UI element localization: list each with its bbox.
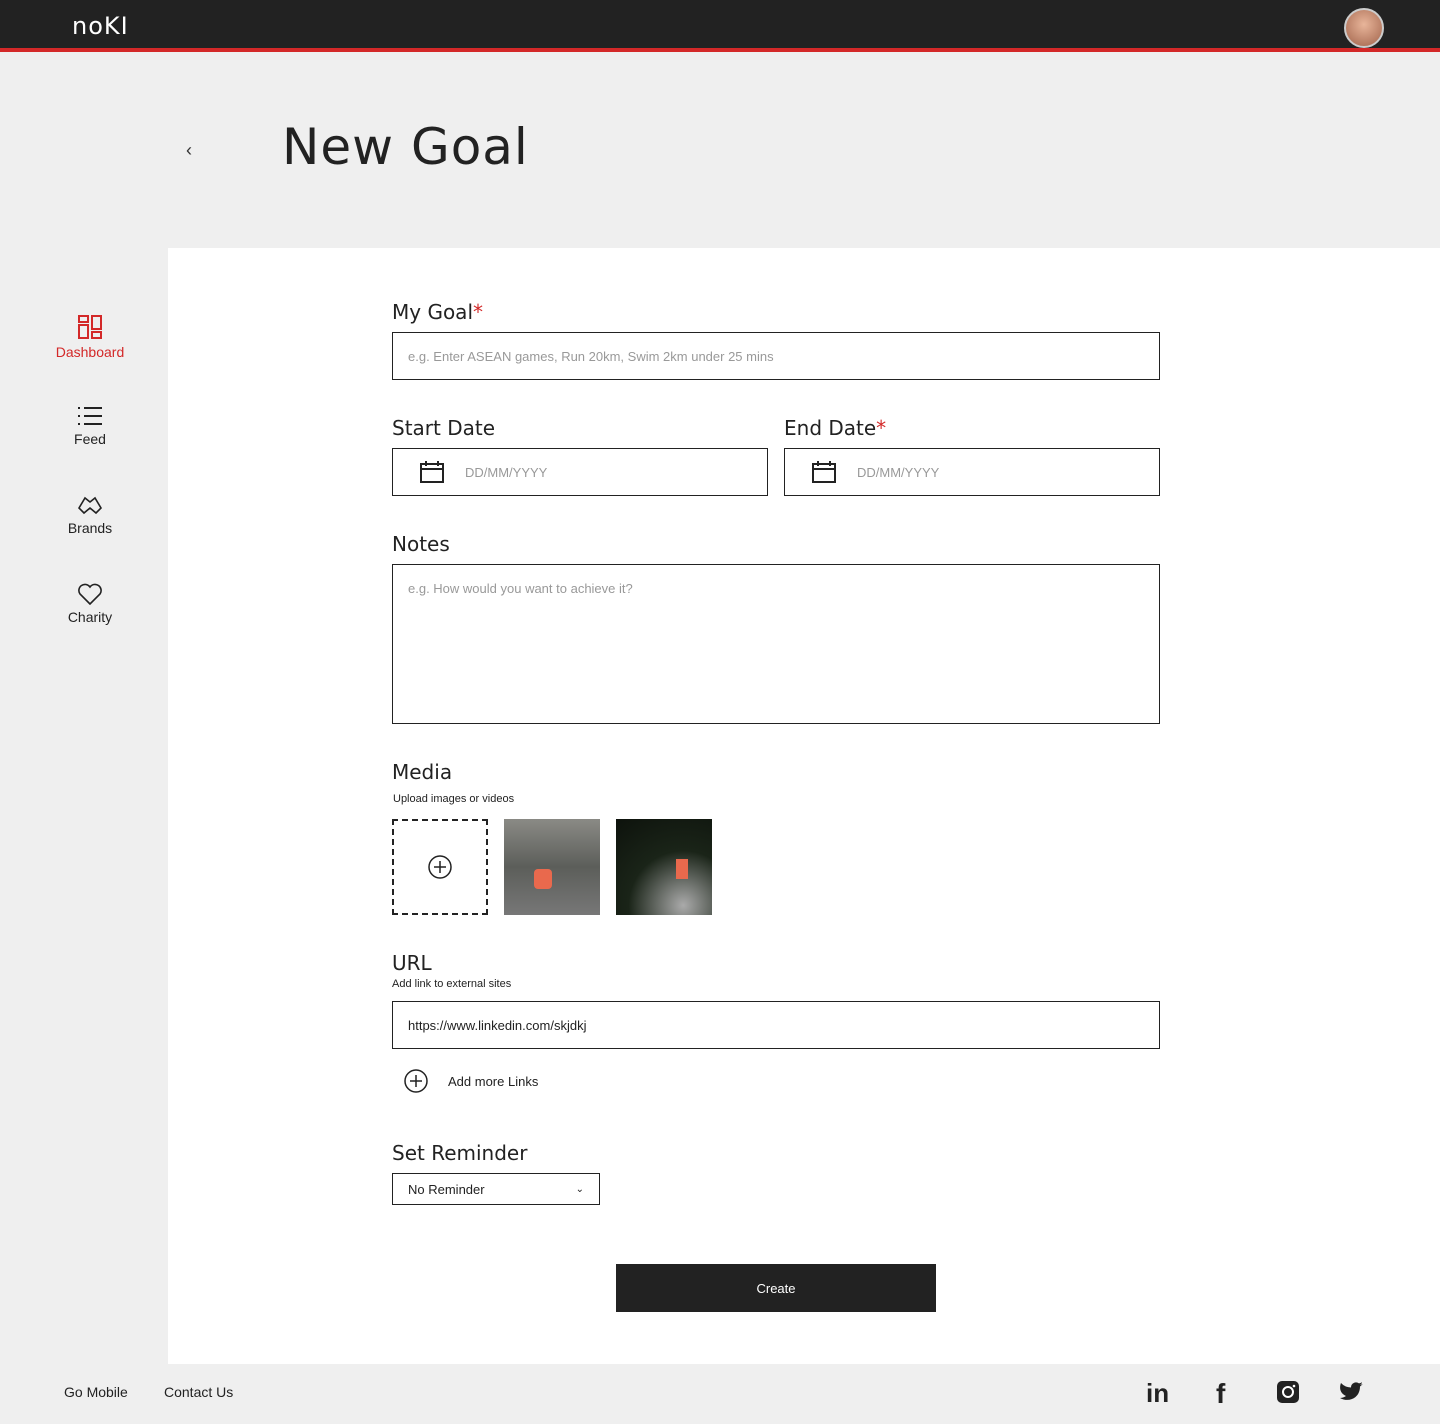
sidebar-item-charity[interactable]: Charity [0, 583, 180, 625]
logo[interactable]: noKI [72, 12, 129, 40]
sidebar-item-label: Dashboard [55, 344, 125, 360]
plus-circle-icon [404, 1069, 428, 1093]
reminder-select[interactable]: No Reminder ⌄ [392, 1173, 600, 1205]
media-thumbnail-stairs[interactable] [504, 819, 600, 915]
add-more-links-button[interactable]: Add more Links [403, 1068, 538, 1094]
plus-circle-icon [428, 855, 452, 879]
url-input[interactable]: https://www.linkedin.com/skjdkj [392, 1001, 1160, 1049]
calendar-icon [812, 461, 836, 483]
url-label: URL [392, 951, 432, 975]
add-more-links-label: Add more Links [448, 1073, 539, 1089]
sidebar-item-label: Brands [67, 520, 113, 536]
notes-textarea[interactable]: e.g. How would you want to achieve it? [392, 564, 1160, 724]
facebook-icon[interactable]: f [1216, 1378, 1225, 1410]
end-date-label: End Date* [784, 416, 887, 440]
dashboard-icon [78, 315, 102, 339]
create-button[interactable]: Create [616, 1264, 936, 1312]
start-date-label: Start Date [392, 416, 496, 440]
start-date-placeholder: DD/MM/YYYY [465, 464, 548, 480]
handshake-icon [77, 496, 103, 515]
url-subtitle: Add link to external sites [392, 978, 512, 990]
page-title: New Goal [282, 118, 529, 176]
start-date-input[interactable]: DD/MM/YYYY [392, 448, 768, 496]
list-icon [78, 407, 102, 425]
notes-label: Notes [392, 532, 450, 556]
media-subtitle: Upload images or videos [393, 793, 515, 805]
media-label: Media [392, 760, 453, 784]
heart-icon [78, 583, 102, 605]
top-bar: noKI [0, 0, 1440, 52]
upload-media-button[interactable] [392, 819, 488, 915]
sidebar-item-dashboard[interactable]: Dashboard [0, 314, 180, 360]
go-mobile-link[interactable]: Go Mobile [64, 1384, 128, 1400]
end-date-input[interactable]: DD/MM/YYYY [784, 448, 1160, 496]
sidebar-item-label: Charity [67, 609, 113, 625]
media-thumbnail-runner[interactable] [616, 819, 712, 915]
linkedin-icon[interactable]: in [1146, 1378, 1169, 1409]
chevron-down-icon: ⌄ [575, 1183, 584, 1195]
twitter-icon[interactable] [1340, 1382, 1364, 1407]
reminder-value: No Reminder [408, 1181, 485, 1197]
back-chevron-icon[interactable]: ‹ [186, 140, 192, 161]
goal-input[interactable]: e.g. Enter ASEAN games, Run 20km, Swim 2… [392, 332, 1160, 380]
calendar-icon [420, 461, 444, 483]
end-date-placeholder: DD/MM/YYYY [857, 464, 940, 480]
contact-us-link[interactable]: Contact Us [164, 1384, 233, 1400]
goal-label: My Goal* [392, 300, 483, 324]
sidebar-item-brands[interactable]: Brands [0, 494, 180, 536]
instagram-icon[interactable] [1276, 1380, 1300, 1409]
reminder-label: Set Reminder [392, 1141, 528, 1165]
sidebar-item-feed[interactable]: Feed [0, 405, 180, 447]
avatar[interactable] [1344, 8, 1384, 48]
sidebar-item-label: Feed [74, 431, 106, 447]
